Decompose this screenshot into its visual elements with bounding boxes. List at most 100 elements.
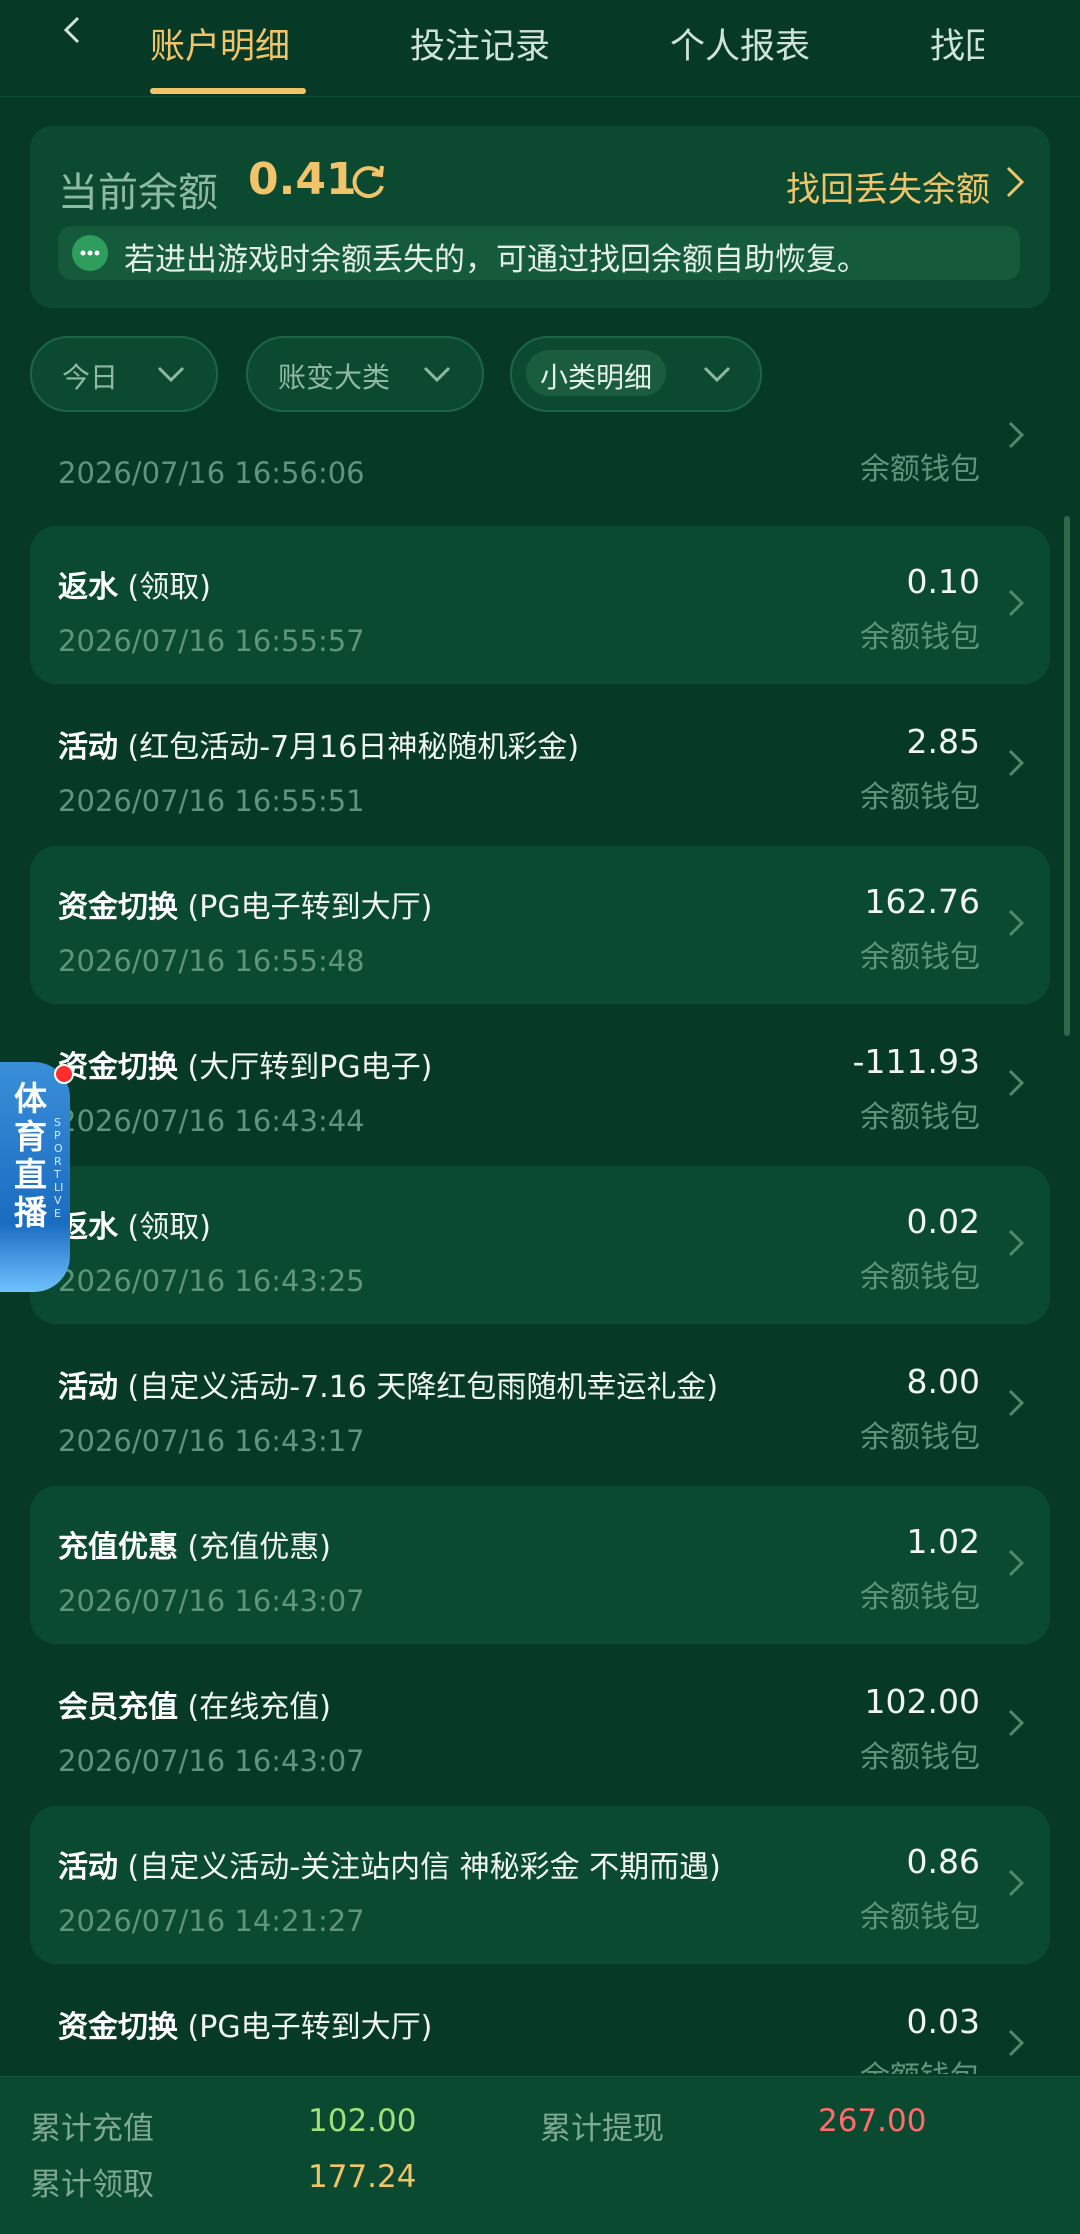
record-title: 活动 (自定义活动-关注站内信 神秘彩金 不期而遇) [58,1842,721,1886]
tab-recover[interactable]: 找回 [930,18,984,69]
list-scrollbar[interactable] [1064,516,1070,1036]
record-title: 活动 (红包活动-7月16日神秘随机彩金) [58,722,579,766]
claim-total-label: 累计领取 [30,2167,154,2203]
record-type: 活动 [58,1370,118,1405]
record-amount: 162.76 [864,882,980,921]
record-detail: (自定义活动-关注站内信 神秘彩金 不期而遇) [127,1850,721,1885]
withdraw-total-value: 267.00 [818,2103,927,2139]
record-amount: 0.10 [906,562,980,601]
record-title: 充值优惠 (充值优惠) [58,1522,331,1566]
category-filter[interactable]: 账变大类 [246,336,484,412]
record-wallet: 余额钱包 [860,940,980,975]
chevron-down-icon [423,366,451,383]
record-title: 返水 (领取) [58,1202,211,1246]
chevron-right-icon [1008,1869,1025,1897]
refresh-icon[interactable] [346,160,390,204]
record-amount: 0.03 [906,2002,980,2041]
record-time: 2026/07/16 16:55:51 [58,784,365,818]
table-row[interactable]: 资金切换 (PG电子转到大厅) 2026/07/16 16:55:48 162.… [30,846,1050,1004]
record-time: 2026/07/16 16:56:06 [58,456,365,490]
record-amount: 0.02 [906,1202,980,1241]
record-type: 返水 [58,570,118,605]
chevron-right-icon [1008,2029,1025,2057]
table-row[interactable]: 会员充值 (在线充值) 2026/07/16 16:43:07 102.00 余… [30,1646,1050,1804]
record-type: 活动 [58,730,118,765]
table-row[interactable]: 活动 (自定义活动-7.16 天降红包雨随机幸运礼金) 2026/07/16 1… [30,1326,1050,1484]
table-row[interactable]: 活动 (红包活动-7月16日神秘随机彩金) 2026/07/16 16:55:5… [30,686,1050,844]
table-row[interactable]: 资金切换 (PG电子转到大厅) 0.03 余额钱包 [30,1966,1050,2074]
filter-label: 今日 [62,361,119,394]
chevron-right-icon [1008,1549,1025,1577]
tab-bet-record[interactable]: 投注记录 [410,18,550,69]
record-amount: 8.00 [906,1362,980,1401]
filter-selected-pill: 小类明细 [526,350,667,396]
summary-footer: 累计充值 102.00 累计提现 267.00 累计领取 177.24 [0,2076,1080,2234]
record-type: 活动 [58,1850,118,1885]
withdraw-total-label: 累计提现 [540,2111,664,2147]
deposit-total-value: 102.00 [308,2103,417,2139]
chevron-right-icon [1008,589,1025,617]
active-tab-indicator [150,88,306,94]
record-wallet: 余额钱包 [860,1100,980,1135]
balance-value: 0.41 [248,154,357,205]
chevron-right-icon [1008,1069,1025,1097]
record-detail: (自定义活动-7.16 天降红包雨随机幸运礼金) [127,1370,719,1405]
table-row[interactable]: 充值优惠 (充值优惠) 2026/07/16 16:43:07 1.02 余额钱… [30,1486,1050,1644]
table-row[interactable]: 返水 (领取) 2026/07/16 16:43:25 0.02 余额钱包 [30,1166,1050,1324]
record-wallet: 余额钱包 [860,2052,980,2074]
record-wallet: 余额钱包 [860,1900,980,1935]
record-title: 资金切换 (大厅转到PG电子) [58,1042,432,1086]
sport-live-widget[interactable]: 体育直播 SPORT LIVE [0,1062,74,1302]
table-row[interactable]: 资金切换 (大厅转到PG电子) 2026/07/16 16:43:44 -111… [30,1006,1050,1164]
table-row[interactable]: 返水 (领取) 2026/07/16 16:55:57 0.10 余额钱包 [30,526,1050,684]
chevron-right-icon [1008,909,1025,937]
record-detail: (大厅转到PG电子) [187,1050,433,1085]
record-wallet: 余额钱包 [860,620,980,655]
record-title: 资金切换 (PG电子转到大厅) [58,2002,432,2046]
record-detail: (领取) [127,1210,211,1245]
record-time: 2026/07/16 16:55:57 [58,624,365,658]
record-wallet: 余额钱包 [860,1580,980,1615]
record-wallet: 余额钱包 [860,1260,980,1295]
tab-personal-report[interactable]: 个人报表 [670,18,810,69]
record-wallet: 余额钱包 [860,780,980,815]
record-time: 2026/07/16 16:43:07 [58,1584,365,1618]
chevron-right-icon [1008,1709,1025,1737]
record-type: 资金切换 [58,2010,178,2045]
record-detail: (在线充值) [187,1690,331,1725]
record-type: 资金切换 [58,890,178,925]
balance-card: 当前余额 0.41 找回丢失余额 若进出游戏时余额丢失的，可通过找回余额自助恢复… [30,126,1050,308]
table-row[interactable]: 2026/07/16 16:56:06 余额钱包 [30,420,1050,516]
record-time: 2026/07/16 16:55:48 [58,944,365,978]
subcategory-filter[interactable]: 小类明细 [510,336,762,412]
notification-dot [54,1064,74,1084]
record-amount: 102.00 [864,1682,980,1721]
record-amount: 1.02 [906,1522,980,1561]
deposit-total-label: 累计充值 [30,2111,154,2147]
chevron-right-icon [1008,749,1025,777]
record-title: 活动 (自定义活动-7.16 天降红包雨随机幸运礼金) [58,1362,718,1406]
sport-live-subtitle: SPORT LIVE [54,1116,64,1220]
record-title: 会员充值 (在线充值) [58,1682,331,1726]
tab-account-detail[interactable]: 账户明细 [150,18,290,69]
record-type: 资金切换 [58,1050,178,1085]
record-title: 资金切换 (PG电子转到大厅) [58,882,432,926]
recover-balance-link[interactable]: 找回丢失余额 [786,162,990,211]
chevron-right-icon [1008,421,1025,449]
claim-total-value: 177.24 [308,2159,417,2195]
date-filter[interactable]: 今日 [30,336,218,412]
record-detail: (充值优惠) [187,1530,331,1565]
record-wallet: 余额钱包 [860,452,980,487]
record-amount: -111.93 [852,1042,980,1081]
chevron-down-icon [703,366,731,383]
record-amount: 2.85 [906,722,980,761]
top-nav: 账户明细 投注记录 个人报表 找回 [0,0,1080,97]
chevron-right-icon [1008,1229,1025,1257]
balance-label: 当前余额 [58,170,218,216]
notice-text: 若进出游戏时余额丢失的，可通过找回余额自助恢复。 [124,242,868,278]
table-row[interactable]: 活动 (自定义活动-关注站内信 神秘彩金 不期而遇) 2026/07/16 14… [30,1806,1050,1964]
back-arrow-icon[interactable] [58,14,90,46]
record-wallet: 余额钱包 [860,1420,980,1455]
chevron-right-icon [1006,166,1025,198]
record-time: 2026/07/16 16:43:44 [58,1104,365,1138]
